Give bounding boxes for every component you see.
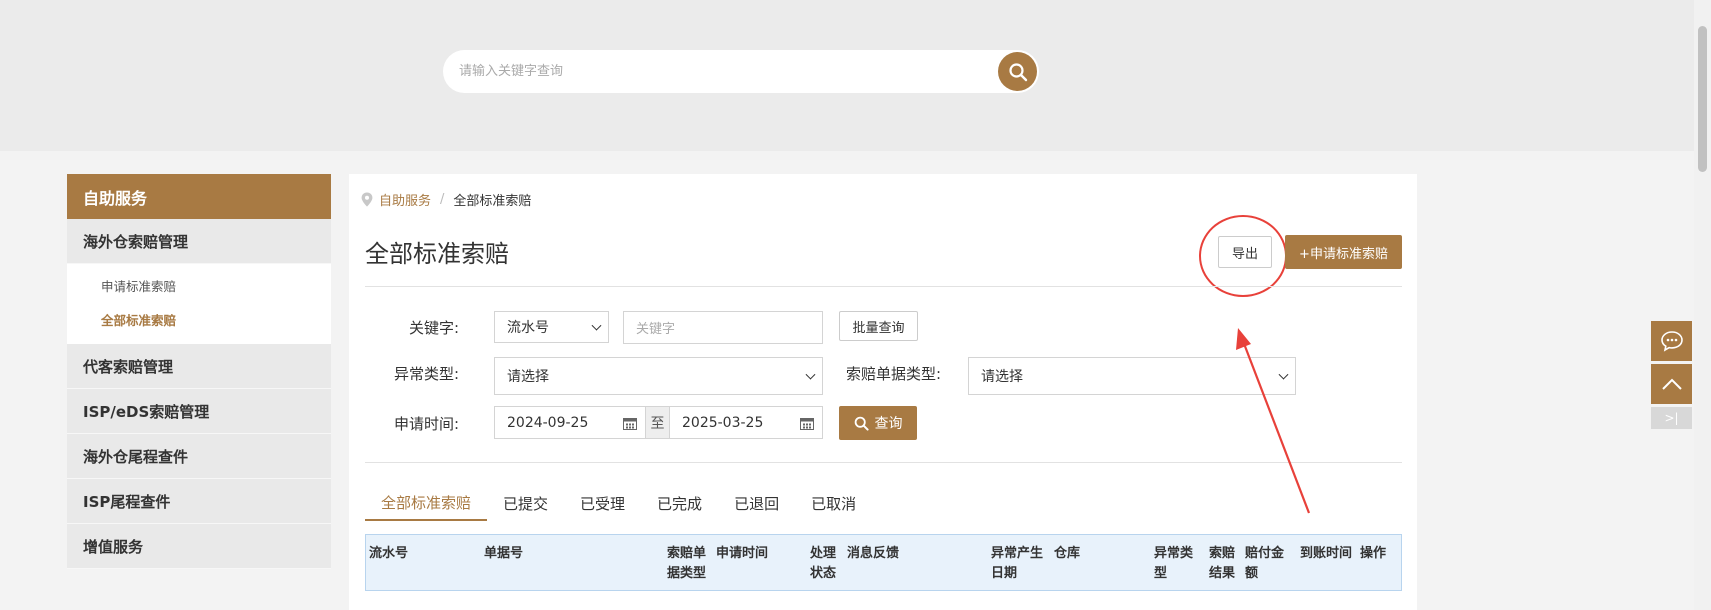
doc-type-select[interactable]: 请选择 (968, 357, 1296, 395)
col-claim-doc-type: 索赔单据类型 (667, 546, 707, 581)
query-button-label: 查询 (874, 416, 903, 432)
col-serial-no: 流水号 (369, 546, 409, 561)
keyword-label: 关键字: (408, 319, 459, 337)
breadcrumb-current: 全部标准索赔 (453, 194, 532, 209)
annotation-circle (1199, 215, 1287, 297)
sidebar-group-value-added[interactable]: 增值服务 (67, 524, 331, 569)
abnormal-type-value: 请选择 (507, 369, 549, 385)
doc-type-label: 索赔单据类型: (845, 365, 941, 383)
search-icon (1008, 62, 1027, 81)
tab-accepted[interactable]: 已受理 (564, 485, 641, 521)
col-apply-time: 申请时间 (716, 546, 769, 561)
date-range-separator: 至 (645, 406, 670, 439)
search-bar (443, 50, 1039, 93)
doc-type-value: 请选择 (981, 369, 1023, 385)
chevron-down-icon (591, 320, 602, 331)
collapse-float-button[interactable]: >| (1651, 407, 1692, 429)
col-message-feedback: 消息反馈 (847, 546, 900, 561)
chevron-down-icon (1278, 369, 1289, 380)
breadcrumb: 自助服务 / 全部标准索赔 (361, 190, 531, 209)
scrollbar-thumb[interactable] (1698, 26, 1707, 172)
search-icon (854, 416, 869, 431)
col-claim-result: 索赔结果 (1209, 546, 1236, 581)
tab-submitted[interactable]: 已提交 (487, 485, 564, 521)
apply-date-label: 申请时间: (393, 415, 459, 433)
sidebar-submenu: 申请标准索赔 全部标准索赔 (67, 264, 331, 344)
sidebar-item-apply-claim[interactable]: 申请标准索赔 (67, 270, 331, 304)
search-button[interactable] (998, 52, 1037, 91)
sidebar-group-overseas-tracking[interactable]: 海外仓尾程查件 (67, 434, 331, 479)
sidebar-group-isp-eds-claims[interactable]: ISP/eDS索赔管理 (67, 389, 331, 434)
date-to-input[interactable]: 2025-03-25 (669, 406, 823, 439)
title-divider (365, 286, 1402, 287)
sidebar-group-isp-tracking[interactable]: ISP尾程查件 (67, 479, 331, 524)
top-banner (0, 0, 1711, 151)
col-warehouse: 仓库 (1054, 546, 1081, 561)
sidebar-title: 自助服务 (67, 174, 331, 219)
query-button[interactable]: 查询 (839, 406, 917, 440)
table-header: 流水号 单据号 索赔单据类型 申请时间 处理状态 消息反馈 异常产生日期 仓库 … (365, 534, 1402, 591)
chat-icon (1660, 331, 1683, 352)
batch-query-button[interactable]: 批量查询 (839, 311, 918, 341)
date-to-value: 2025-03-25 (682, 414, 764, 431)
abnormal-type-label: 异常类型: (393, 365, 459, 383)
breadcrumb-parent-link[interactable]: 自助服务 (379, 190, 431, 209)
calendar-icon (623, 418, 637, 430)
calendar-icon (800, 418, 814, 430)
col-abnormal-type: 异常类型 (1154, 546, 1194, 581)
date-from-input[interactable]: 2024-09-25 (494, 406, 646, 439)
keyword-input[interactable]: 关键字 (623, 311, 823, 344)
date-from-value: 2024-09-25 (507, 414, 589, 431)
page-title: 全部标准索赔 (365, 240, 509, 268)
col-document-no: 单据号 (484, 546, 524, 561)
chevron-up-icon (1661, 378, 1682, 390)
sidebar-item-all-claims[interactable]: 全部标准索赔 (67, 304, 331, 338)
status-tabs: 全部标准索赔 已提交 已受理 已完成 已退回 已取消 (365, 485, 872, 521)
page-scrollbar[interactable] (1694, 0, 1711, 610)
apply-claim-button[interactable]: +申请标准索赔 (1285, 235, 1402, 269)
tab-cancelled[interactable]: 已取消 (795, 485, 872, 521)
col-payout-amount: 赔付金额 (1245, 546, 1285, 581)
keyword-type-value: 流水号 (507, 320, 549, 336)
abnormal-type-select[interactable]: 请选择 (494, 357, 823, 395)
sidebar-group-overseas-claims[interactable]: 海外仓索赔管理 (67, 219, 331, 264)
col-actions: 操作 (1360, 546, 1387, 561)
main-panel: 自助服务 / 全部标准索赔 全部标准索赔 导出 +申请标准索赔 关键字: 流水号… (349, 174, 1417, 610)
sidebar: 自助服务 海外仓索赔管理 申请标准索赔 全部标准索赔 代客索赔管理 ISP/eD… (67, 174, 331, 569)
location-pin-icon (361, 192, 373, 207)
tab-all-claims[interactable]: 全部标准索赔 (365, 485, 488, 521)
col-abnormal-date: 异常产生日期 (991, 546, 1044, 581)
breadcrumb-separator: / (440, 192, 445, 207)
col-arrival-time: 到账时间 (1300, 546, 1353, 561)
tab-completed[interactable]: 已完成 (641, 485, 718, 521)
keyword-type-select[interactable]: 流水号 (494, 311, 609, 343)
search-input[interactable] (443, 51, 983, 92)
back-to-top-button[interactable] (1651, 364, 1692, 404)
sidebar-group-proxy-claims[interactable]: 代客索赔管理 (67, 344, 331, 389)
chat-float-button[interactable] (1651, 321, 1692, 361)
tab-returned[interactable]: 已退回 (718, 485, 795, 521)
filter-divider (365, 462, 1402, 463)
col-process-status: 处理状态 (810, 546, 837, 581)
